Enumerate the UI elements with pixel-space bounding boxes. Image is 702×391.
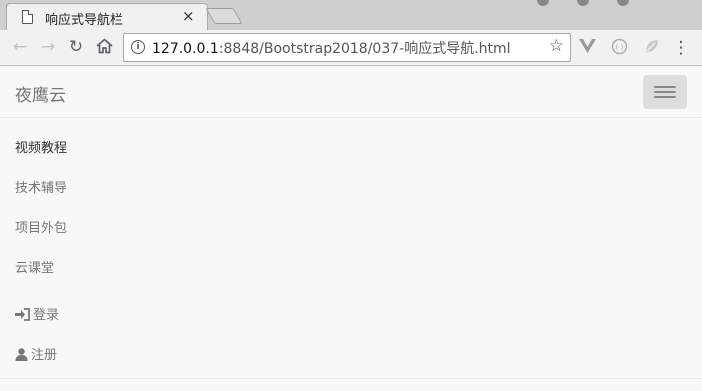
nav-link-project-outsourcing[interactable]: 项目外包 <box>15 217 67 236</box>
login-label: 登录 <box>33 308 60 323</box>
navbar-toggle-button[interactable] <box>643 75 687 109</box>
log-in-icon <box>15 308 30 325</box>
menu-kebab-icon[interactable]: ⋮ <box>671 38 691 58</box>
window-minimize-icon[interactable] <box>537 0 549 6</box>
window-close-icon[interactable] <box>617 0 629 6</box>
svg-text:( ): ( ) <box>615 44 623 52</box>
url-text[interactable]: 127.0.0.1:8848/Bootstrap2018/037-响应式导航.h… <box>152 38 511 58</box>
url-path: :8848/Bootstrap2018/037-响应式导航.html <box>218 41 511 57</box>
user-icon <box>15 348 28 365</box>
nav-link-register[interactable]: 注册 <box>15 344 57 365</box>
nav-link-login[interactable]: 登录 <box>15 304 59 325</box>
hamburger-bar <box>654 96 676 98</box>
site-info-icon[interactable]: i <box>131 40 145 54</box>
browser-toolbar: ← → ↻ i 127.0.0.1:8848/Bootstrap2018/037… <box>0 30 702 66</box>
back-icon[interactable]: ← <box>9 36 31 58</box>
vue-extension-icon[interactable] <box>577 38 597 58</box>
tab-title: 响应式导航栏 <box>45 13 124 28</box>
hamburger-bar <box>654 91 676 93</box>
bookmark-star-icon[interactable]: ☆ <box>549 36 564 56</box>
hamburger-icon <box>654 86 676 88</box>
forward-icon[interactable]: → <box>37 36 59 58</box>
home-icon[interactable] <box>93 36 115 58</box>
page-viewport: 夜鹰云 视频教程 技术辅导 项目外包 云课堂 登录 注册 <box>0 66 702 391</box>
page-icon <box>22 10 33 24</box>
register-label: 注册 <box>31 348 58 363</box>
nav-link-tech-tutoring[interactable]: 技术辅导 <box>15 177 67 196</box>
close-tab-icon[interactable]: × <box>182 7 195 25</box>
url-host: 127.0.0.1 <box>152 41 219 57</box>
reload-icon[interactable]: ↻ <box>65 36 87 58</box>
address-bar[interactable]: i 127.0.0.1:8848/Bootstrap2018/037-响应式导航… <box>123 33 571 62</box>
browser-tab[interactable]: 响应式导航栏 × <box>6 3 208 31</box>
navbar-header: 夜鹰云 <box>0 66 702 118</box>
nav-link-cloud-classroom[interactable]: 云课堂 <box>15 257 54 276</box>
navbar-brand[interactable]: 夜鹰云 <box>15 81 66 106</box>
window-maximize-icon[interactable] <box>577 0 589 6</box>
new-tab-button[interactable] <box>205 8 243 24</box>
extension-icon[interactable]: ( ) <box>609 38 629 58</box>
extension-leaf-icon[interactable] <box>641 38 661 58</box>
navbar-bottom-border <box>0 378 702 379</box>
nav-link-video-tutorial[interactable]: 视频教程 <box>15 137 67 156</box>
browser-tab-strip: 响应式导航栏 × <box>0 0 702 31</box>
